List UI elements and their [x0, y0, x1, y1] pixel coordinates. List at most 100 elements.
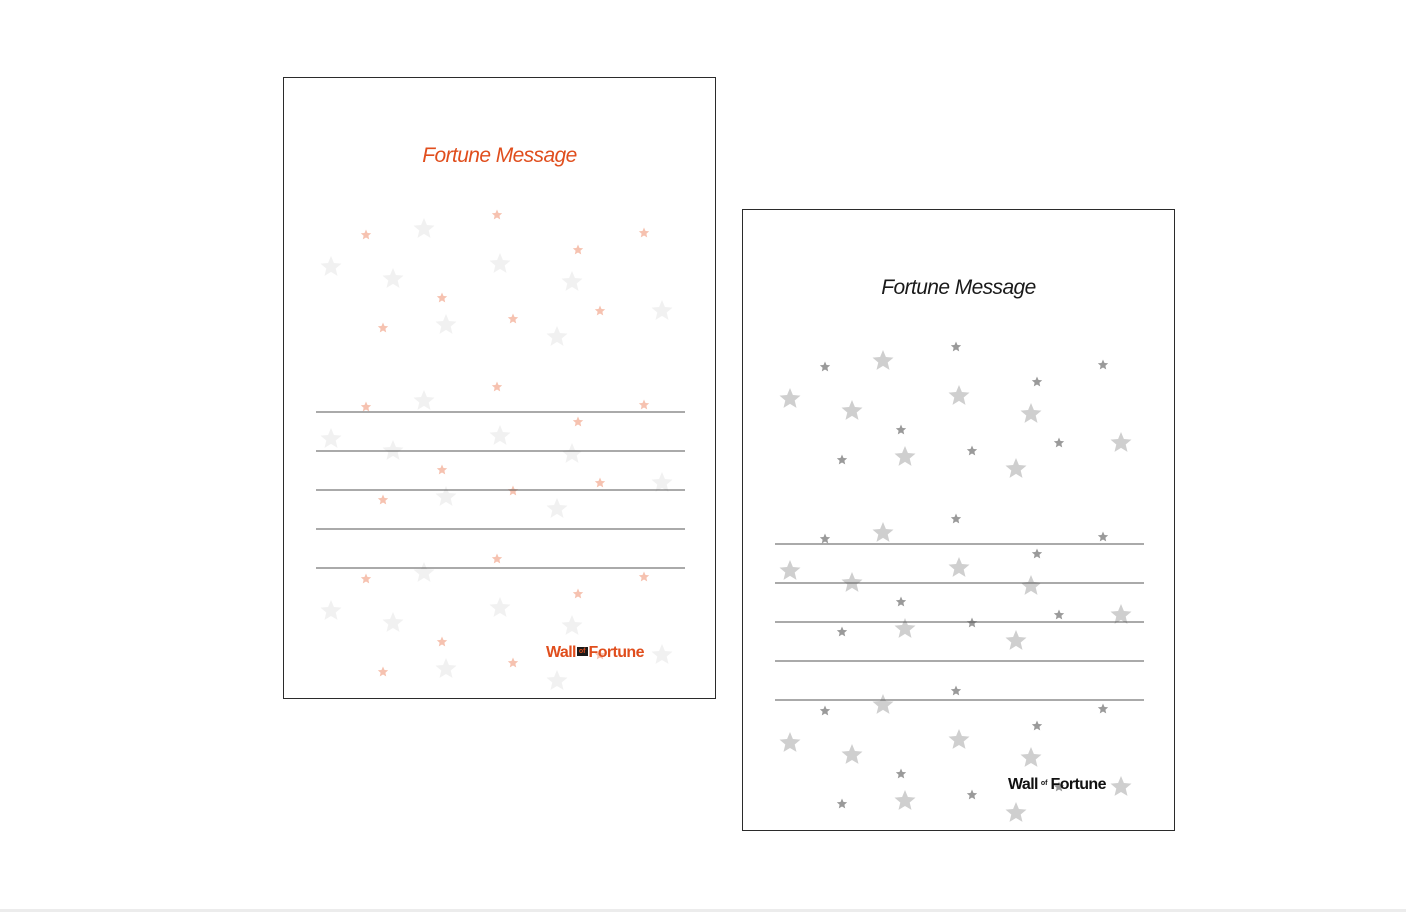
large-star-icon	[382, 440, 404, 460]
small-star-icon	[594, 477, 606, 488]
small-star-icon	[836, 798, 848, 809]
large-star-icon	[435, 658, 457, 678]
small-star-icon	[836, 454, 848, 465]
large-star-icon	[1005, 630, 1027, 650]
large-star-icon	[1020, 747, 1042, 767]
small-star-icon	[377, 322, 389, 333]
small-star-icon	[950, 341, 962, 352]
small-star-icon	[377, 494, 389, 505]
small-star-icon	[819, 705, 831, 716]
large-star-icon	[841, 572, 863, 592]
small-star-icon	[1097, 531, 1109, 542]
small-star-icon	[1053, 437, 1065, 448]
small-star-icon	[360, 401, 372, 412]
small-star-icon	[436, 636, 448, 647]
large-star-icon	[872, 694, 894, 714]
large-star-icon	[894, 790, 916, 810]
card-title: Fortune Message	[881, 276, 1036, 299]
large-star-icon	[435, 314, 457, 334]
wall-of-fortune-logo: Wall of Fortune	[1008, 776, 1106, 793]
large-star-icon	[779, 732, 801, 752]
small-star-icon	[436, 464, 448, 475]
fortune-card-orange: Fortune Message Wall of Fortune	[283, 77, 716, 699]
small-star-icon	[491, 209, 503, 220]
wall-of-fortune-logo: Wall of Fortune	[546, 644, 644, 661]
large-star-icon	[382, 612, 404, 632]
large-star-icon	[546, 670, 568, 690]
small-star-icon	[638, 571, 650, 582]
small-star-icon	[895, 768, 907, 779]
large-star-icon	[841, 744, 863, 764]
small-star-icon	[895, 424, 907, 435]
large-star-icon	[1005, 458, 1027, 478]
small-star-icon	[638, 399, 650, 410]
large-star-icon	[413, 218, 435, 238]
large-star-icon	[320, 428, 342, 448]
large-star-icon	[435, 486, 457, 506]
small-star-icon	[360, 229, 372, 240]
small-star-icon	[1031, 720, 1043, 731]
large-star-icon	[546, 326, 568, 346]
small-star-icon	[572, 588, 584, 599]
large-star-icon	[872, 350, 894, 370]
small-star-icon	[1031, 376, 1043, 387]
large-star-icon	[561, 615, 583, 635]
small-star-icon	[1097, 359, 1109, 370]
small-star-icon	[1031, 548, 1043, 559]
small-star-icon	[360, 573, 372, 584]
small-star-icon	[819, 533, 831, 544]
large-star-icon	[948, 385, 970, 405]
small-star-icon	[377, 666, 389, 677]
small-star-icon	[572, 416, 584, 427]
large-star-icon	[320, 256, 342, 276]
large-star-icon	[1005, 802, 1027, 822]
large-star-icon	[382, 268, 404, 288]
large-star-icon	[546, 498, 568, 518]
large-star-icon	[489, 253, 511, 273]
small-star-icon	[436, 292, 448, 303]
small-star-icon	[491, 553, 503, 564]
large-star-icon	[1020, 575, 1042, 595]
large-star-icon	[651, 300, 673, 320]
large-star-icon	[1110, 604, 1132, 624]
small-star-icon	[950, 513, 962, 524]
large-star-icon	[489, 425, 511, 445]
small-star-icon	[1053, 609, 1065, 620]
card-title: Fortune Message	[422, 144, 577, 167]
large-star-icon	[320, 600, 342, 620]
small-star-icon	[572, 244, 584, 255]
small-star-icon	[491, 381, 503, 392]
star-pattern	[316, 209, 685, 690]
small-star-icon	[966, 789, 978, 800]
small-star-icon	[507, 313, 519, 324]
small-star-icon	[1097, 703, 1109, 714]
large-star-icon	[894, 446, 916, 466]
large-star-icon	[1020, 403, 1042, 423]
large-star-icon	[779, 388, 801, 408]
large-star-icon	[1110, 432, 1132, 452]
large-star-icon	[489, 597, 511, 617]
large-star-icon	[1110, 776, 1132, 796]
large-star-icon	[561, 443, 583, 463]
large-star-icon	[841, 400, 863, 420]
large-star-icon	[651, 644, 673, 664]
small-star-icon	[819, 361, 831, 372]
large-star-icon	[561, 271, 583, 291]
small-star-icon	[507, 657, 519, 668]
large-star-icon	[894, 618, 916, 638]
star-pattern	[775, 341, 1144, 822]
large-star-icon	[651, 472, 673, 492]
large-star-icon	[779, 560, 801, 580]
small-star-icon	[950, 685, 962, 696]
small-star-icon	[594, 305, 606, 316]
small-star-icon	[966, 445, 978, 456]
large-star-icon	[948, 729, 970, 749]
large-star-icon	[413, 390, 435, 410]
fortune-card-grey: Fortune Message Wall of Fortune	[742, 209, 1175, 831]
large-star-icon	[948, 557, 970, 577]
large-star-icon	[872, 522, 894, 542]
small-star-icon	[836, 626, 848, 637]
large-star-icon	[413, 562, 435, 582]
small-star-icon	[638, 227, 650, 238]
small-star-icon	[895, 596, 907, 607]
